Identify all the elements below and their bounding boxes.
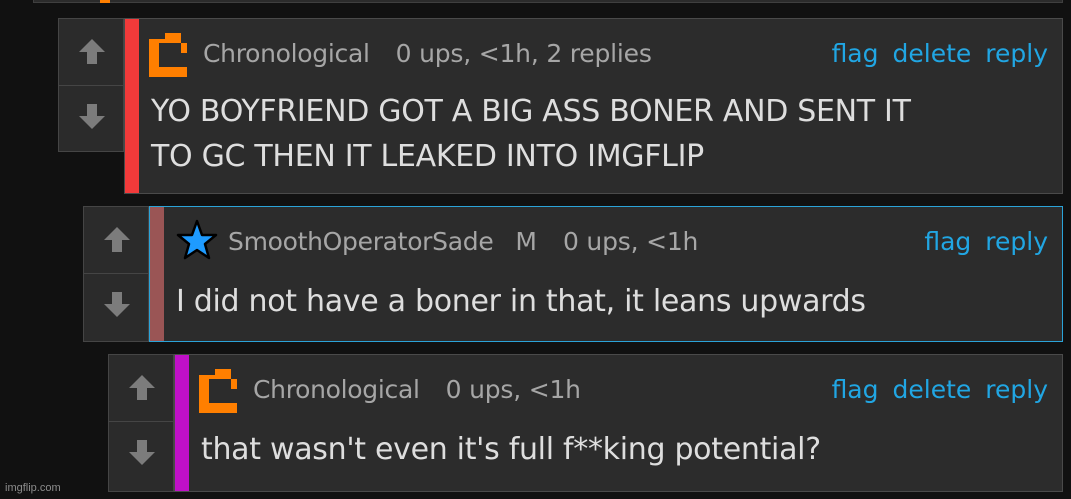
comment-body: Chronological 0 ups, <1h, 2 replies flag… [124,18,1063,194]
arrow-down-icon [79,104,105,129]
reply-link[interactable]: reply [985,375,1048,404]
arrow-up-icon [104,227,130,252]
comment-text: YO BOYFRIEND GOT A BIG ASS BONER AND SEN… [151,89,911,179]
flag-link[interactable]: flag [924,227,971,256]
arrow-up-icon [129,375,155,400]
comment-text-line: TO GC THEN IT LEAKED INTO IMGFLIP [151,139,704,174]
arrow-down-icon [129,440,155,465]
comment-text-line: that wasn't even it's full f**king poten… [201,432,821,467]
comment-actions: flag reply [924,224,1048,258]
comment-text: that wasn't even it's full f**king poten… [201,427,821,472]
downvote-button[interactable] [84,273,148,339]
upvote-button[interactable] [109,355,173,422]
comment-actions: flag delete reply [832,36,1048,70]
flag-link[interactable]: flag [832,375,879,404]
comment-text: I did not have a boner in that, it leans… [176,279,866,324]
flag-link[interactable]: flag [832,39,879,68]
comment-2: SmoothOperatorSade M 0 ups, <1h flag rep… [83,206,1063,342]
downvote-button[interactable] [109,421,173,487]
previous-comment-edge [33,0,1063,3]
comment-text-line: YO BOYFRIEND GOT A BIG ASS BONER AND SEN… [151,94,911,129]
comment-header: Chronological 0 ups, <1h [253,372,581,406]
comment-1: Chronological 0 ups, <1h, 2 replies flag… [58,18,1063,194]
downvote-button[interactable] [59,85,123,151]
arrow-up-icon [79,39,105,64]
upvote-button[interactable] [59,19,123,86]
blue-star-icon [176,219,218,260]
comment-body: SmoothOperatorSade M 0 ups, <1h flag rep… [149,206,1063,342]
vote-column [58,18,124,152]
comment-text-line: I did not have a boner in that, it leans… [176,284,866,319]
reply-link[interactable]: reply [985,39,1048,68]
orange-flag-logo-icon [199,369,237,413]
thread-accent-bar [125,19,139,193]
thread-accent-bar [150,207,164,341]
username-link[interactable]: Chronological [253,375,420,404]
vote-column [108,354,174,492]
comment-meta: 0 ups, <1h [445,374,581,404]
username-link[interactable]: Chronological [203,39,370,68]
comment-header: Chronological 0 ups, <1h, 2 replies [203,36,652,70]
mod-badge: M [515,226,537,256]
comment-header: SmoothOperatorSade M 0 ups, <1h [228,224,698,258]
comment-actions: flag delete reply [832,372,1048,406]
username-link[interactable]: SmoothOperatorSade [228,227,494,256]
comment-meta: 0 ups, <1h [562,226,699,256]
previous-comment-accent [100,0,110,3]
arrow-down-icon [104,292,130,317]
orange-flag-logo-icon [149,33,187,77]
reply-link[interactable]: reply [985,227,1048,256]
thread-accent-bar [175,355,189,491]
vote-column [83,206,149,342]
imgflip-watermark: imgflip.com [5,482,61,494]
comment-meta: 0 ups, <1h, 2 replies [395,38,652,68]
comment-body: Chronological 0 ups, <1h flag delete rep… [174,354,1063,492]
upvote-button[interactable] [84,207,148,274]
delete-link[interactable]: delete [893,39,972,68]
comment-3: Chronological 0 ups, <1h flag delete rep… [108,354,1063,492]
delete-link[interactable]: delete [893,375,972,404]
